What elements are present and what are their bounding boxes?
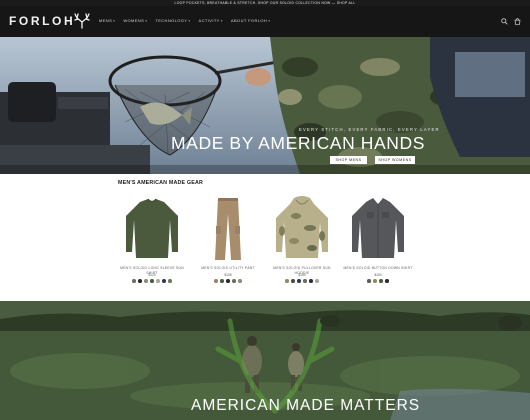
color-swatch[interactable]: [156, 279, 160, 283]
nav-item-activity[interactable]: ACTIVITY▾: [199, 18, 223, 23]
product-card[interactable]: MEN'S SOLOID PULLOVER SUN HOODIE $160: [267, 196, 337, 290]
color-swatch[interactable]: [131, 279, 136, 283]
product-price: $150: [374, 273, 382, 277]
color-swatch[interactable]: [138, 279, 142, 283]
color-swatch[interactable]: [144, 279, 148, 283]
color-swatch[interactable]: [284, 279, 289, 283]
section-title: MEN'S AMERICAN MADE GEAR: [118, 180, 204, 186]
banner-title: AMERICAN MADE MATTERS: [191, 397, 421, 414]
color-swatches: [343, 279, 413, 283]
color-swatch[interactable]: [238, 279, 242, 283]
color-swatch[interactable]: [291, 279, 295, 283]
chevron-down-icon: ▾: [145, 19, 148, 23]
hero-tagline: EVERY STITCH, EVERY FABRIC, EVERY LAYER: [299, 127, 440, 132]
main-nav: MENS▾ WOMENS▾ TECHNOLOGY▾ ACTIVITY▾ ABOU…: [99, 18, 270, 23]
product-price: $160: [298, 273, 306, 277]
chevron-down-icon: ▾: [113, 19, 116, 23]
color-swatch[interactable]: [168, 279, 173, 283]
product-price: $195: [224, 273, 232, 277]
color-swatch[interactable]: [309, 279, 313, 283]
color-swatch[interactable]: [303, 279, 307, 283]
nav-item-about[interactable]: ABOUT FORLOH▾: [231, 18, 270, 23]
color-swatch[interactable]: [214, 279, 218, 283]
hero-title: MADE BY AMERICAN HANDS: [171, 133, 426, 153]
search-icon[interactable]: [501, 18, 508, 25]
product-price: $120: [148, 273, 156, 277]
color-swatches: [267, 279, 337, 283]
antler-logo-icon[interactable]: [72, 13, 92, 29]
product-card[interactable]: MEN'S SOLOID BUTTON DOWN SHIRT $150: [343, 196, 413, 290]
hero-buttons: SHOP MENS SHOP WOMENS: [330, 156, 415, 164]
product-card[interactable]: MEN'S SOLOID UTILITY PANT $195: [193, 196, 263, 290]
header-icons: [501, 18, 521, 25]
shop-mens-button[interactable]: SHOP MENS: [330, 156, 367, 164]
nav-item-mens[interactable]: MENS▾: [99, 18, 115, 23]
product-card[interactable]: MEN'S SOLOID LONG SLEEVE SUN SHIRT $120: [117, 196, 187, 290]
color-swatch[interactable]: [150, 279, 154, 283]
logo[interactable]: FORLOH: [9, 14, 75, 28]
color-swatches: [193, 279, 263, 283]
product-image[interactable]: [348, 196, 408, 262]
chevron-down-icon: ▾: [188, 19, 191, 23]
site-header: FORLOH MENS▾ WOMENS▾ TECHNOLOGY▾ ACTIVIT…: [0, 6, 530, 37]
color-swatch[interactable]: [385, 279, 389, 283]
product-image[interactable]: [272, 196, 332, 262]
color-swatch[interactable]: [226, 279, 230, 283]
color-swatches: [117, 279, 187, 283]
color-swatch[interactable]: [220, 279, 224, 283]
chevron-down-icon: ▾: [268, 19, 271, 23]
chevron-down-icon: ▾: [220, 19, 223, 23]
shop-womens-button[interactable]: SHOP WOMENS: [375, 156, 415, 164]
color-swatch[interactable]: [297, 279, 301, 283]
nav-item-technology[interactable]: TECHNOLOGY▾: [155, 18, 190, 23]
product-image[interactable]: [122, 196, 182, 262]
color-swatch[interactable]: [379, 279, 383, 283]
product-name[interactable]: MEN'S SOLOID BUTTON DOWN SHIRT: [343, 266, 413, 271]
color-swatch[interactable]: [367, 279, 371, 283]
color-swatch[interactable]: [373, 279, 377, 283]
product-name[interactable]: MEN'S SOLOID UTILITY PANT: [193, 266, 263, 271]
color-swatch[interactable]: [315, 279, 320, 283]
cart-icon[interactable]: [514, 18, 521, 25]
nav-item-womens[interactable]: WOMENS▾: [123, 18, 147, 23]
product-image[interactable]: [198, 196, 258, 262]
color-swatch[interactable]: [232, 279, 236, 283]
color-swatch[interactable]: [162, 279, 166, 283]
